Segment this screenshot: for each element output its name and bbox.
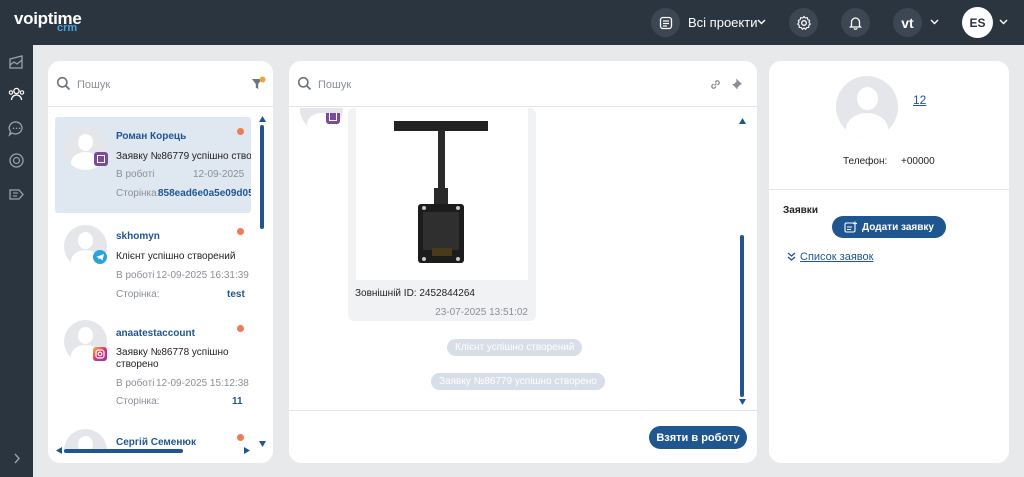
message-image[interactable] [356, 108, 528, 280]
list-horizontal-scrollbar[interactable] [64, 449, 183, 453]
unread-dot [237, 128, 244, 135]
projects-selector[interactable]: Всі проекти [688, 15, 757, 30]
conversation-status: В роботі [116, 270, 155, 281]
support-icon[interactable] [7, 151, 26, 170]
viber-square-icon [326, 113, 340, 124]
double-chevron-down-icon[interactable] [786, 251, 797, 262]
brand-logo-sub: crm [57, 22, 78, 34]
client-id-link[interactable]: 12 [913, 93, 926, 107]
conversation-item[interactable]: skhomyn Клієнт успішно створений В робот… [55, 219, 251, 311]
chat-panel: Пошук Зовнішній ID: 2452844264 23-07-202… [289, 61, 757, 463]
phone-label: Телефон: [843, 156, 888, 167]
scroll-left-arrow-icon[interactable] [56, 447, 62, 454]
search-input[interactable]: Пошук [77, 79, 110, 91]
chat-scrollbar[interactable] [740, 235, 744, 397]
chevron-down-icon[interactable] [929, 16, 940, 27]
users-icon[interactable] [7, 85, 26, 104]
client-avatar [836, 76, 898, 138]
instagram-icon [93, 347, 107, 361]
scroll-up-arrow-icon[interactable] [739, 118, 746, 124]
dashboard-icon[interactable] [7, 53, 26, 72]
conversation-name: anaatestaccount [116, 328, 195, 339]
chevron-down-icon[interactable] [756, 16, 767, 27]
chat-search: Пошук [289, 61, 757, 107]
chat-icon[interactable] [7, 119, 26, 138]
conversation-page-label: Сторінка: [116, 289, 160, 300]
bell-icon [848, 17, 863, 30]
viber-square-icon [94, 152, 108, 166]
chat-footer: Взяти в роботу [289, 410, 757, 463]
conversation-list-panel: Пошук Роман Корець Заявку №86779 успішно… [48, 61, 273, 463]
conversation-item[interactable]: Роман Корець Заявку №86779 успішно створ… [55, 117, 251, 213]
workspace-switcher[interactable]: vt [893, 8, 922, 37]
conversation-status: В роботі [116, 378, 155, 389]
search-icon [56, 76, 71, 91]
client-profile-panel: 12 Телефон: +00000 Заявки Додати заявку … [769, 61, 1009, 463]
link-icon[interactable] [709, 78, 722, 91]
scroll-down-arrow-icon[interactable] [739, 399, 746, 405]
take-to-work-button[interactable]: Взяти в роботу [649, 426, 747, 449]
projects-icon[interactable] [651, 8, 680, 37]
external-id: Зовнішній ID: 2452844264 [355, 288, 475, 299]
gear-icon [796, 15, 811, 30]
list-scrollbar[interactable] [260, 125, 264, 229]
conversation-page-label: Сторінка: [116, 396, 160, 407]
divider [769, 189, 1009, 190]
settings-button[interactable] [789, 8, 818, 37]
add-request-button[interactable]: Додати заявку [832, 216, 946, 238]
scroll-down-arrow-icon[interactable] [259, 441, 266, 447]
left-nav [0, 45, 33, 477]
chat-search-input[interactable]: Пошук [318, 79, 351, 91]
conversation-date: 12-09-2025 15:12:38 [156, 378, 249, 389]
conversation-page-value: 858ead6e0a5e09d05f8 [158, 188, 251, 199]
tag-icon[interactable] [7, 185, 26, 204]
conversation-item[interactable]: anaatestaccount Заявку №86778 успішно ст… [55, 316, 251, 422]
phone-value: +00000 [901, 156, 935, 167]
conversation-name: Сергій Семенюк [116, 437, 196, 448]
conversation-page-value: 11 [232, 396, 243, 407]
telegram-icon [93, 250, 107, 264]
top-bar: voiptime crm Всі проекти vt ES [0, 0, 1024, 45]
conversation-last-message: Клієнт успішно створений [116, 251, 236, 262]
pin-icon[interactable] [731, 77, 744, 91]
unread-dot [237, 434, 244, 441]
conversation-search: Пошук [48, 61, 273, 107]
requests-list-link[interactable]: Список заявок [800, 251, 873, 263]
message-bubble: Зовнішній ID: 2452844264 23-07-2025 13:5… [348, 108, 536, 321]
scroll-up-arrow-icon[interactable] [259, 116, 266, 122]
message-area: Зовнішній ID: 2452844264 23-07-2025 13:5… [289, 108, 749, 409]
user-avatar[interactable]: ES [962, 7, 993, 38]
message-time: 23-07-2025 13:51:02 [435, 307, 528, 318]
conversation-date: 12-09-2025 16:31:39 [156, 270, 249, 281]
conversation-name: Роман Корець [116, 131, 187, 142]
scroll-right-arrow-icon[interactable] [244, 447, 250, 454]
device-photo [394, 121, 488, 263]
add-request-label: Додати заявку [862, 221, 934, 233]
unread-dot [237, 228, 244, 235]
chevron-down-icon[interactable] [998, 16, 1009, 27]
conversation-page-value: test [227, 289, 245, 300]
add-note-icon [844, 221, 858, 233]
system-message: Заявку №86779 успішно створено [431, 373, 605, 390]
requests-title: Заявки [783, 205, 818, 216]
search-icon [297, 76, 312, 91]
unread-dot [237, 325, 244, 332]
conversation-last-message: Заявку №86778 успішно створено [116, 347, 229, 370]
conversation-name: skhomyn [116, 231, 160, 242]
conversation-date: 12-09-2025 [193, 169, 245, 180]
conversation-page-label: Сторінка: [116, 188, 160, 199]
conversation-status: В роботі [116, 169, 155, 180]
notifications-button[interactable] [841, 8, 870, 37]
conversation-last-message: Заявку №86779 успішно створе [116, 151, 251, 162]
system-message: Клієнт успішно створений [447, 339, 583, 356]
filter-icon[interactable] [250, 76, 266, 92]
expand-nav-icon[interactable] [7, 449, 26, 468]
